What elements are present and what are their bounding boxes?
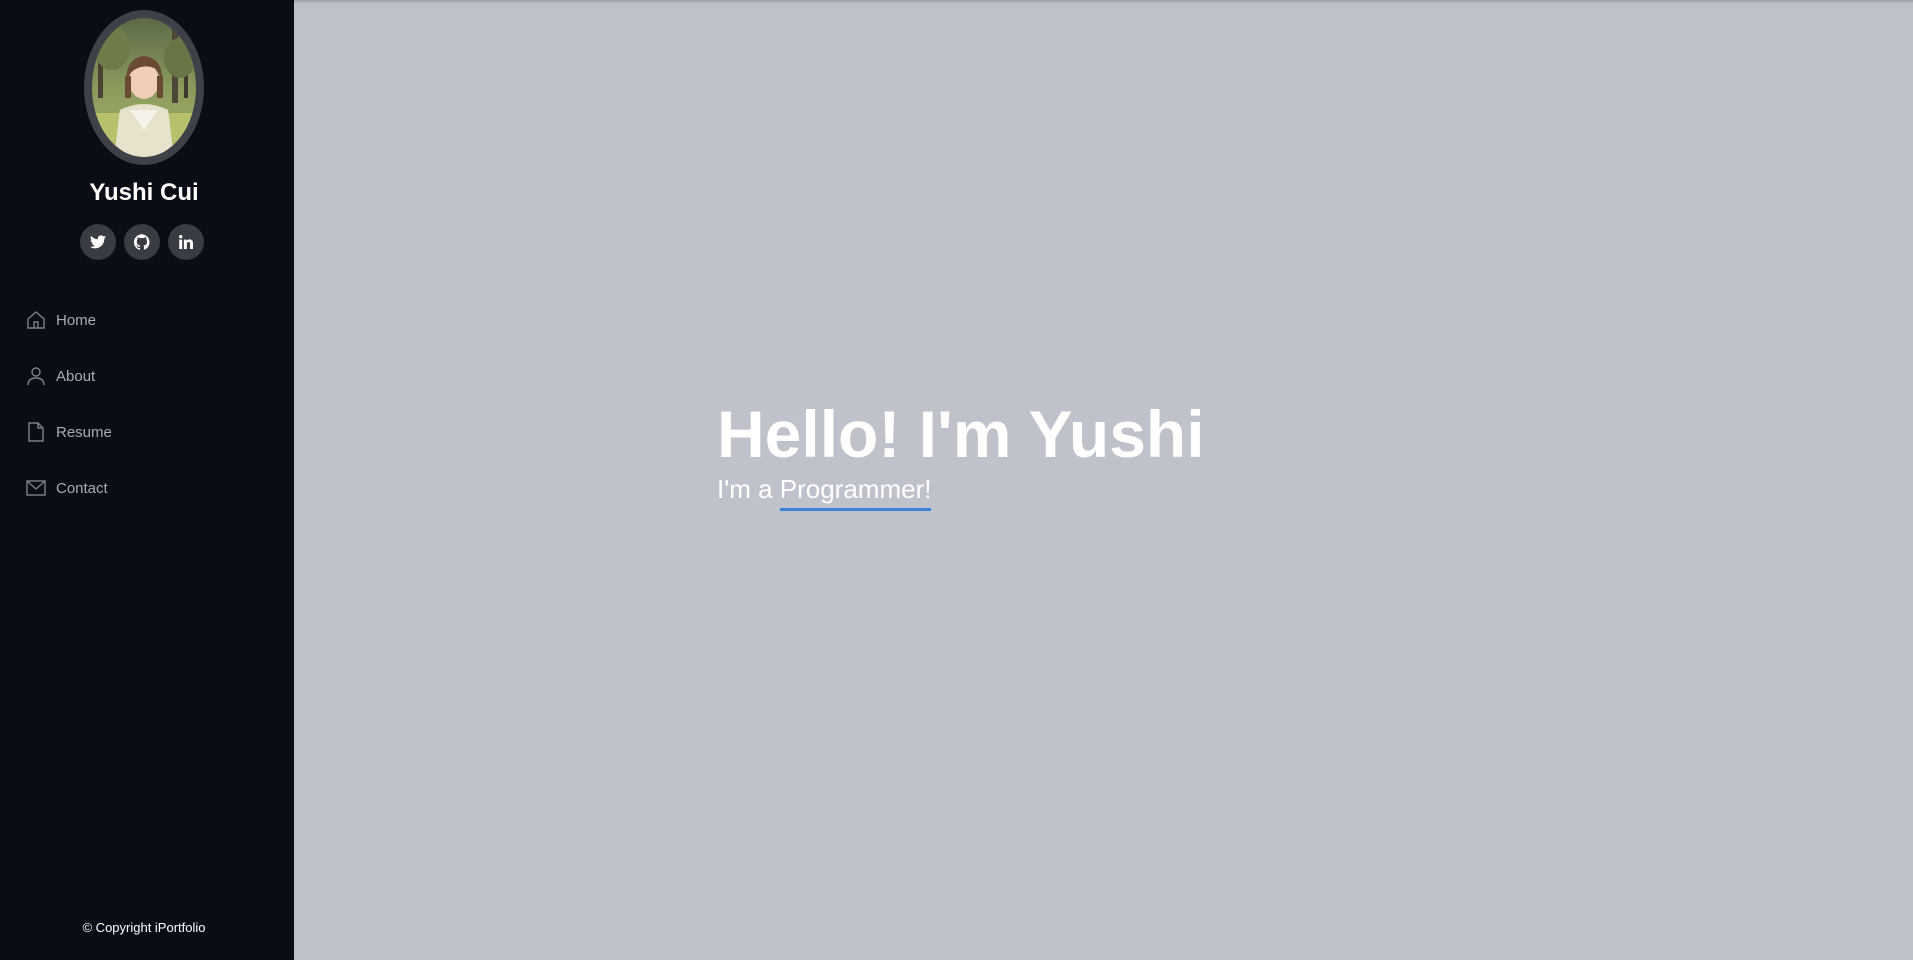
twitter-icon	[90, 235, 106, 249]
nav-label-about: About	[56, 367, 96, 385]
avatar	[84, 10, 204, 165]
twitter-link[interactable]	[80, 224, 116, 260]
github-icon	[134, 234, 150, 250]
hero-sub-prefix: I'm a	[717, 474, 773, 504]
nav-item-resume[interactable]: Resume	[0, 404, 294, 460]
linkedin-icon	[179, 235, 193, 249]
nav-label-home: Home	[56, 311, 97, 329]
nav-item-about[interactable]: About	[0, 348, 294, 404]
hero-subtitle: I'm a Programmer!	[717, 472, 1205, 511]
github-link[interactable]	[124, 224, 160, 260]
home-icon	[26, 309, 46, 331]
profile-photo	[92, 18, 196, 157]
file-icon	[26, 421, 46, 443]
envelope-icon	[26, 477, 46, 499]
user-icon	[26, 365, 46, 387]
hero: Hello! I'm Yushi I'm a Programmer!	[717, 396, 1205, 511]
copyright: © Copyright iPortfolio	[82, 920, 206, 935]
social-links	[80, 224, 204, 260]
typed-text: Programmer!	[779, 472, 932, 511]
nav-item-home[interactable]: Home	[0, 292, 294, 348]
nav-item-contact[interactable]: Contact	[0, 460, 294, 516]
hero-title: Hello! I'm Yushi	[717, 397, 1205, 471]
nav-label-contact: Contact	[56, 479, 108, 497]
sidebar: Yushi Cui Home About Resume Contact © Co…	[0, 0, 294, 960]
sidebar-nav: Home About Resume Contact	[0, 292, 294, 516]
main-top-shadow	[294, 0, 1913, 4]
nav-label-resume: Resume	[56, 423, 112, 441]
profile-name: Yushi Cui	[89, 179, 199, 206]
linkedin-link[interactable]	[168, 224, 204, 260]
